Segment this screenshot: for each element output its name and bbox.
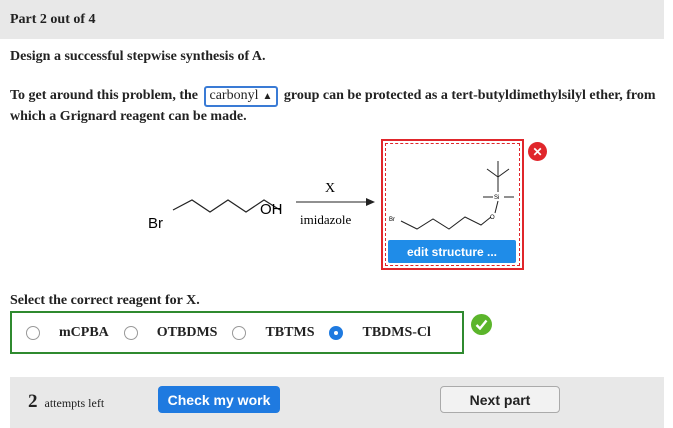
product-si: Si xyxy=(494,195,499,201)
incorrect-close-icon[interactable]: ✕ xyxy=(528,142,547,161)
radio-mcpba[interactable] xyxy=(26,325,40,340)
radio-otbdms[interactable] xyxy=(123,325,138,340)
option-mcpba[interactable]: mCPBA xyxy=(26,325,109,341)
reactant-br: Br xyxy=(148,215,163,232)
product-chain xyxy=(400,216,492,230)
part-label: Part 2 out of 4 xyxy=(10,12,96,27)
part-header: Part 2 out of 4 xyxy=(0,0,664,39)
arrow-head-icon xyxy=(366,198,375,206)
next-part-button[interactable]: Next part xyxy=(440,386,560,413)
answer-structure-box[interactable]: Br O Si edit structure ... xyxy=(381,139,524,270)
tbutyl-left xyxy=(486,168,499,178)
question-line-1: Design a successful stepwise synthesis o… xyxy=(10,49,266,64)
attempts-left: 2 attempts left xyxy=(28,391,104,413)
footer-bar: 2 attempts left Check my work Next part xyxy=(10,377,664,428)
option-otbdms[interactable]: OTBDMS xyxy=(123,324,218,341)
question-text-before: To get around this problem, the xyxy=(10,88,198,103)
attempts-label: attempts left xyxy=(44,396,105,410)
tbutyl-right xyxy=(497,168,510,178)
option-tbdms-cl-label: TBDMS-Cl xyxy=(362,324,431,340)
option-tbtms-label: TBTMS xyxy=(265,324,315,340)
question-line-2: To get around this problem, the carbonyl… xyxy=(10,86,665,126)
arrow-reagent-imidazole: imidazole xyxy=(300,212,351,227)
group-select-value: carbonyl xyxy=(209,88,259,103)
product-br: Br xyxy=(389,217,395,223)
product-structure: Br O Si xyxy=(389,161,514,230)
option-tbdms-cl[interactable]: TBDMS-Cl xyxy=(329,324,431,341)
radio-tbtms[interactable] xyxy=(232,325,247,340)
select-arrows-icon: ▲︎ xyxy=(262,91,273,102)
correct-check-icon xyxy=(471,314,492,335)
check-my-work-button[interactable]: Check my work xyxy=(158,386,280,413)
edit-structure-button[interactable]: edit structure ... xyxy=(388,240,516,263)
attempts-count: 2 xyxy=(28,391,38,412)
group-select[interactable]: carbonyl ▲︎ xyxy=(203,86,279,107)
o-si-bond xyxy=(494,200,499,214)
reagent-prompt: Select the correct reagent for X. xyxy=(10,293,200,308)
checkmark-icon xyxy=(475,319,488,330)
product-o: O xyxy=(490,215,495,221)
option-tbtms[interactable]: TBTMS xyxy=(232,325,314,341)
arrow-reagent-x: X xyxy=(325,181,335,196)
reactant-oh: OH xyxy=(260,201,283,218)
option-mcpba-label: mCPBA xyxy=(59,324,109,340)
radio-tbdms-cl[interactable] xyxy=(329,325,344,340)
reagent-options: mCPBA OTBDMS TBTMS TBDMS-Cl xyxy=(10,311,464,354)
option-otbdms-label: OTBDMS xyxy=(156,324,218,340)
